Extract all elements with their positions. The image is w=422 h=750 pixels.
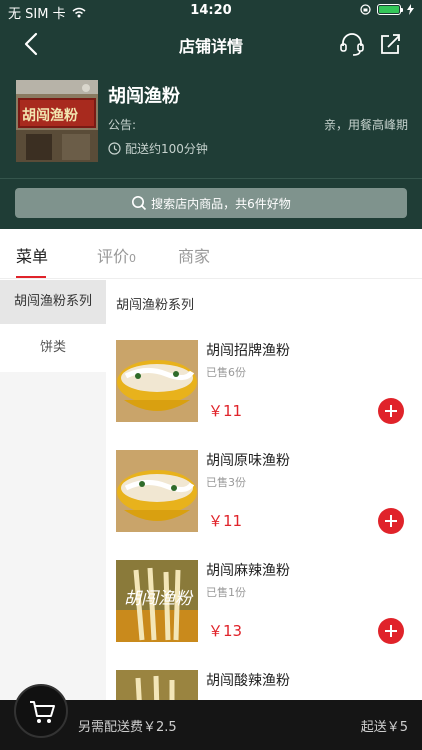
tab-menu-label: 菜单 bbox=[16, 247, 49, 266]
category-item[interactable]: 饼类 bbox=[0, 324, 106, 372]
active-tab-indicator bbox=[16, 276, 46, 278]
store-photo: 胡闯渔粉 bbox=[16, 80, 98, 162]
nav-bar: 店铺详情 bbox=[0, 22, 422, 66]
tab-merchant[interactable]: 商家 bbox=[178, 243, 210, 267]
product-item[interactable]: 胡闯招牌渔粉 已售6份 ￥11 bbox=[106, 340, 422, 450]
svg-text:胡闯渔粉: 胡闯渔粉 bbox=[22, 107, 78, 124]
cart-button[interactable] bbox=[14, 684, 68, 738]
tab-reviews-count: 0 bbox=[129, 252, 137, 265]
notice-label: 公告: bbox=[108, 118, 137, 132]
product-image bbox=[116, 450, 198, 532]
product-name: 胡闯原味渔粉 bbox=[206, 453, 290, 469]
category-item[interactable]: 胡闯渔粉系列 bbox=[0, 280, 106, 324]
shopping-cart-icon bbox=[30, 701, 55, 723]
clock-icon bbox=[108, 142, 121, 155]
extra-delivery-fee: 另需配送费￥2.5 bbox=[78, 720, 177, 735]
add-to-cart-button[interactable] bbox=[378, 508, 404, 534]
divider bbox=[0, 178, 422, 179]
tab-reviews-label: 评价 bbox=[97, 247, 130, 266]
battery-icon bbox=[377, 4, 403, 15]
category-sidebar: 胡闯渔粉系列 饼类 bbox=[0, 280, 106, 700]
product-name: 胡闯麻辣渔粉 bbox=[206, 563, 290, 579]
product-item[interactable]: 胡闯酸辣渔粉 bbox=[106, 670, 422, 700]
tab-merchant-label: 商家 bbox=[178, 247, 211, 266]
share-icon[interactable] bbox=[376, 30, 404, 58]
status-bar: 无 SIM 卡 14:20 bbox=[0, 0, 422, 22]
add-to-cart-button[interactable] bbox=[378, 618, 404, 644]
search-icon bbox=[132, 196, 147, 211]
product-list: 胡闯渔粉系列 胡闯招牌渔粉 已售6份 ￥11 胡闯原味渔粉 已售3份 ￥11 胡… bbox=[106, 280, 422, 700]
minimum-order: 起送￥5 bbox=[360, 720, 408, 735]
search-placeholder: 搜索店内商品，共6件好物 bbox=[151, 196, 291, 211]
product-price: ￥11 bbox=[208, 512, 243, 530]
tab-reviews[interactable]: 评价0 bbox=[97, 243, 136, 267]
product-image bbox=[116, 670, 198, 700]
section-title: 胡闯渔粉系列 bbox=[116, 298, 195, 313]
product-image: 胡闯渔粉 bbox=[116, 560, 198, 642]
product-sold: 已售1份 bbox=[206, 586, 246, 599]
product-sold: 已售6份 bbox=[206, 366, 246, 379]
charging-icon bbox=[407, 4, 414, 15]
store-header: 无 SIM 卡 14:20 店铺详情 胡闯渔粉 胡闯渔粉 公告: 亲，用餐高峰期… bbox=[0, 0, 422, 229]
svg-text:胡闯渔粉: 胡闯渔粉 bbox=[124, 589, 194, 609]
add-to-cart-button[interactable] bbox=[378, 398, 404, 424]
product-price: ￥11 bbox=[208, 402, 243, 420]
product-name: 胡闯招牌渔粉 bbox=[206, 343, 290, 359]
notice-text[interactable]: 亲，用餐高峰期 bbox=[324, 116, 408, 133]
product-sold: 已售3份 bbox=[206, 476, 246, 489]
store-name: 胡闯渔粉 bbox=[108, 86, 180, 107]
search-bar[interactable]: 搜索店内商品，共6件好物 bbox=[15, 188, 407, 218]
delivery-time-label: 配送约100分钟 bbox=[125, 142, 208, 156]
customer-service-icon[interactable] bbox=[338, 30, 366, 58]
status-time: 14:20 bbox=[190, 3, 232, 18]
tab-menu[interactable]: 菜单 bbox=[16, 243, 48, 267]
product-name: 胡闯酸辣渔粉 bbox=[206, 673, 290, 689]
tab-bar: 菜单 评价0 商家 bbox=[0, 229, 422, 279]
product-price: ￥13 bbox=[208, 622, 243, 640]
rotation-lock-icon bbox=[360, 4, 371, 15]
product-item[interactable]: 胡闯原味渔粉 已售3份 ￥11 bbox=[106, 450, 422, 560]
product-image bbox=[116, 340, 198, 422]
delivery-time: 配送约100分钟 bbox=[108, 140, 208, 157]
product-item[interactable]: 胡闯渔粉 胡闯麻辣渔粉 已售1份 ￥13 bbox=[106, 560, 422, 670]
